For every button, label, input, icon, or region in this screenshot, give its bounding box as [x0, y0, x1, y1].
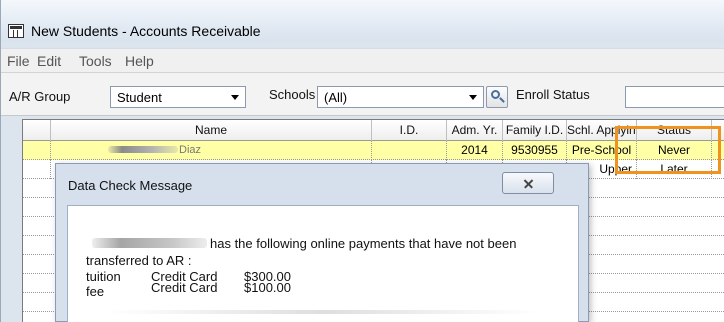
schools-select[interactable]: (All)	[317, 86, 484, 108]
dialog-body: has the following online payments that h…	[67, 205, 579, 322]
menu-edit[interactable]: Edit	[37, 53, 61, 69]
message-line-2: transferred to AR :	[86, 253, 192, 268]
menu-file[interactable]: File	[7, 53, 30, 69]
ar-group-label: A/R Group	[9, 89, 71, 104]
dialog-title: Data Check Message	[68, 178, 193, 193]
menu-bar: File Edit Tools Help	[1, 48, 724, 72]
col-family-id[interactable]: Family I.D.	[503, 120, 567, 141]
chevron-down-icon	[469, 95, 477, 100]
enroll-status-select[interactable]	[625, 86, 724, 108]
app-icon	[8, 24, 24, 38]
enroll-status-label: Enroll Status	[516, 87, 590, 102]
payment-type: tuition	[86, 269, 121, 284]
col-name[interactable]: Name	[51, 120, 372, 141]
title-bar: New Students - Accounts Receivable	[1, 0, 724, 42]
col-id[interactable]: I.D.	[372, 120, 447, 141]
row-selector-header	[23, 120, 51, 141]
search-button[interactable]	[486, 86, 508, 108]
window-title: New Students - Accounts Receivable	[31, 23, 261, 39]
message-line-1: has the following online payments that h…	[210, 236, 517, 251]
cell-name: Diaz	[51, 141, 372, 160]
chevron-down-icon	[231, 95, 239, 100]
cell-id	[372, 141, 447, 160]
cell-family-id: 9530955	[503, 141, 567, 160]
menu-tools[interactable]: Tools	[79, 53, 112, 69]
status-highlight-box	[615, 126, 721, 174]
schools-value: (All)	[324, 90, 348, 105]
ar-group-select[interactable]: Student	[110, 86, 246, 108]
ar-group-value: Student	[117, 90, 162, 105]
app-window: New Students - Accounts Receivable File …	[0, 0, 724, 322]
cell-adm-yr: 2014	[447, 141, 503, 160]
col-adm-yr[interactable]: Adm. Yr.	[447, 120, 503, 141]
redacted-student-name	[92, 238, 207, 248]
data-check-dialog: Data Check Message has the following onl…	[55, 163, 589, 322]
menu-help[interactable]: Help	[125, 53, 154, 69]
filter-bar: A/R Group Student Schools (All) Enroll S…	[1, 72, 724, 116]
payment-method: Credit Card	[151, 280, 218, 295]
payment-type: fee	[86, 284, 105, 299]
payment-amount: $100.00	[244, 280, 291, 295]
close-button[interactable]	[502, 172, 554, 194]
schools-label: Schools	[269, 87, 316, 102]
